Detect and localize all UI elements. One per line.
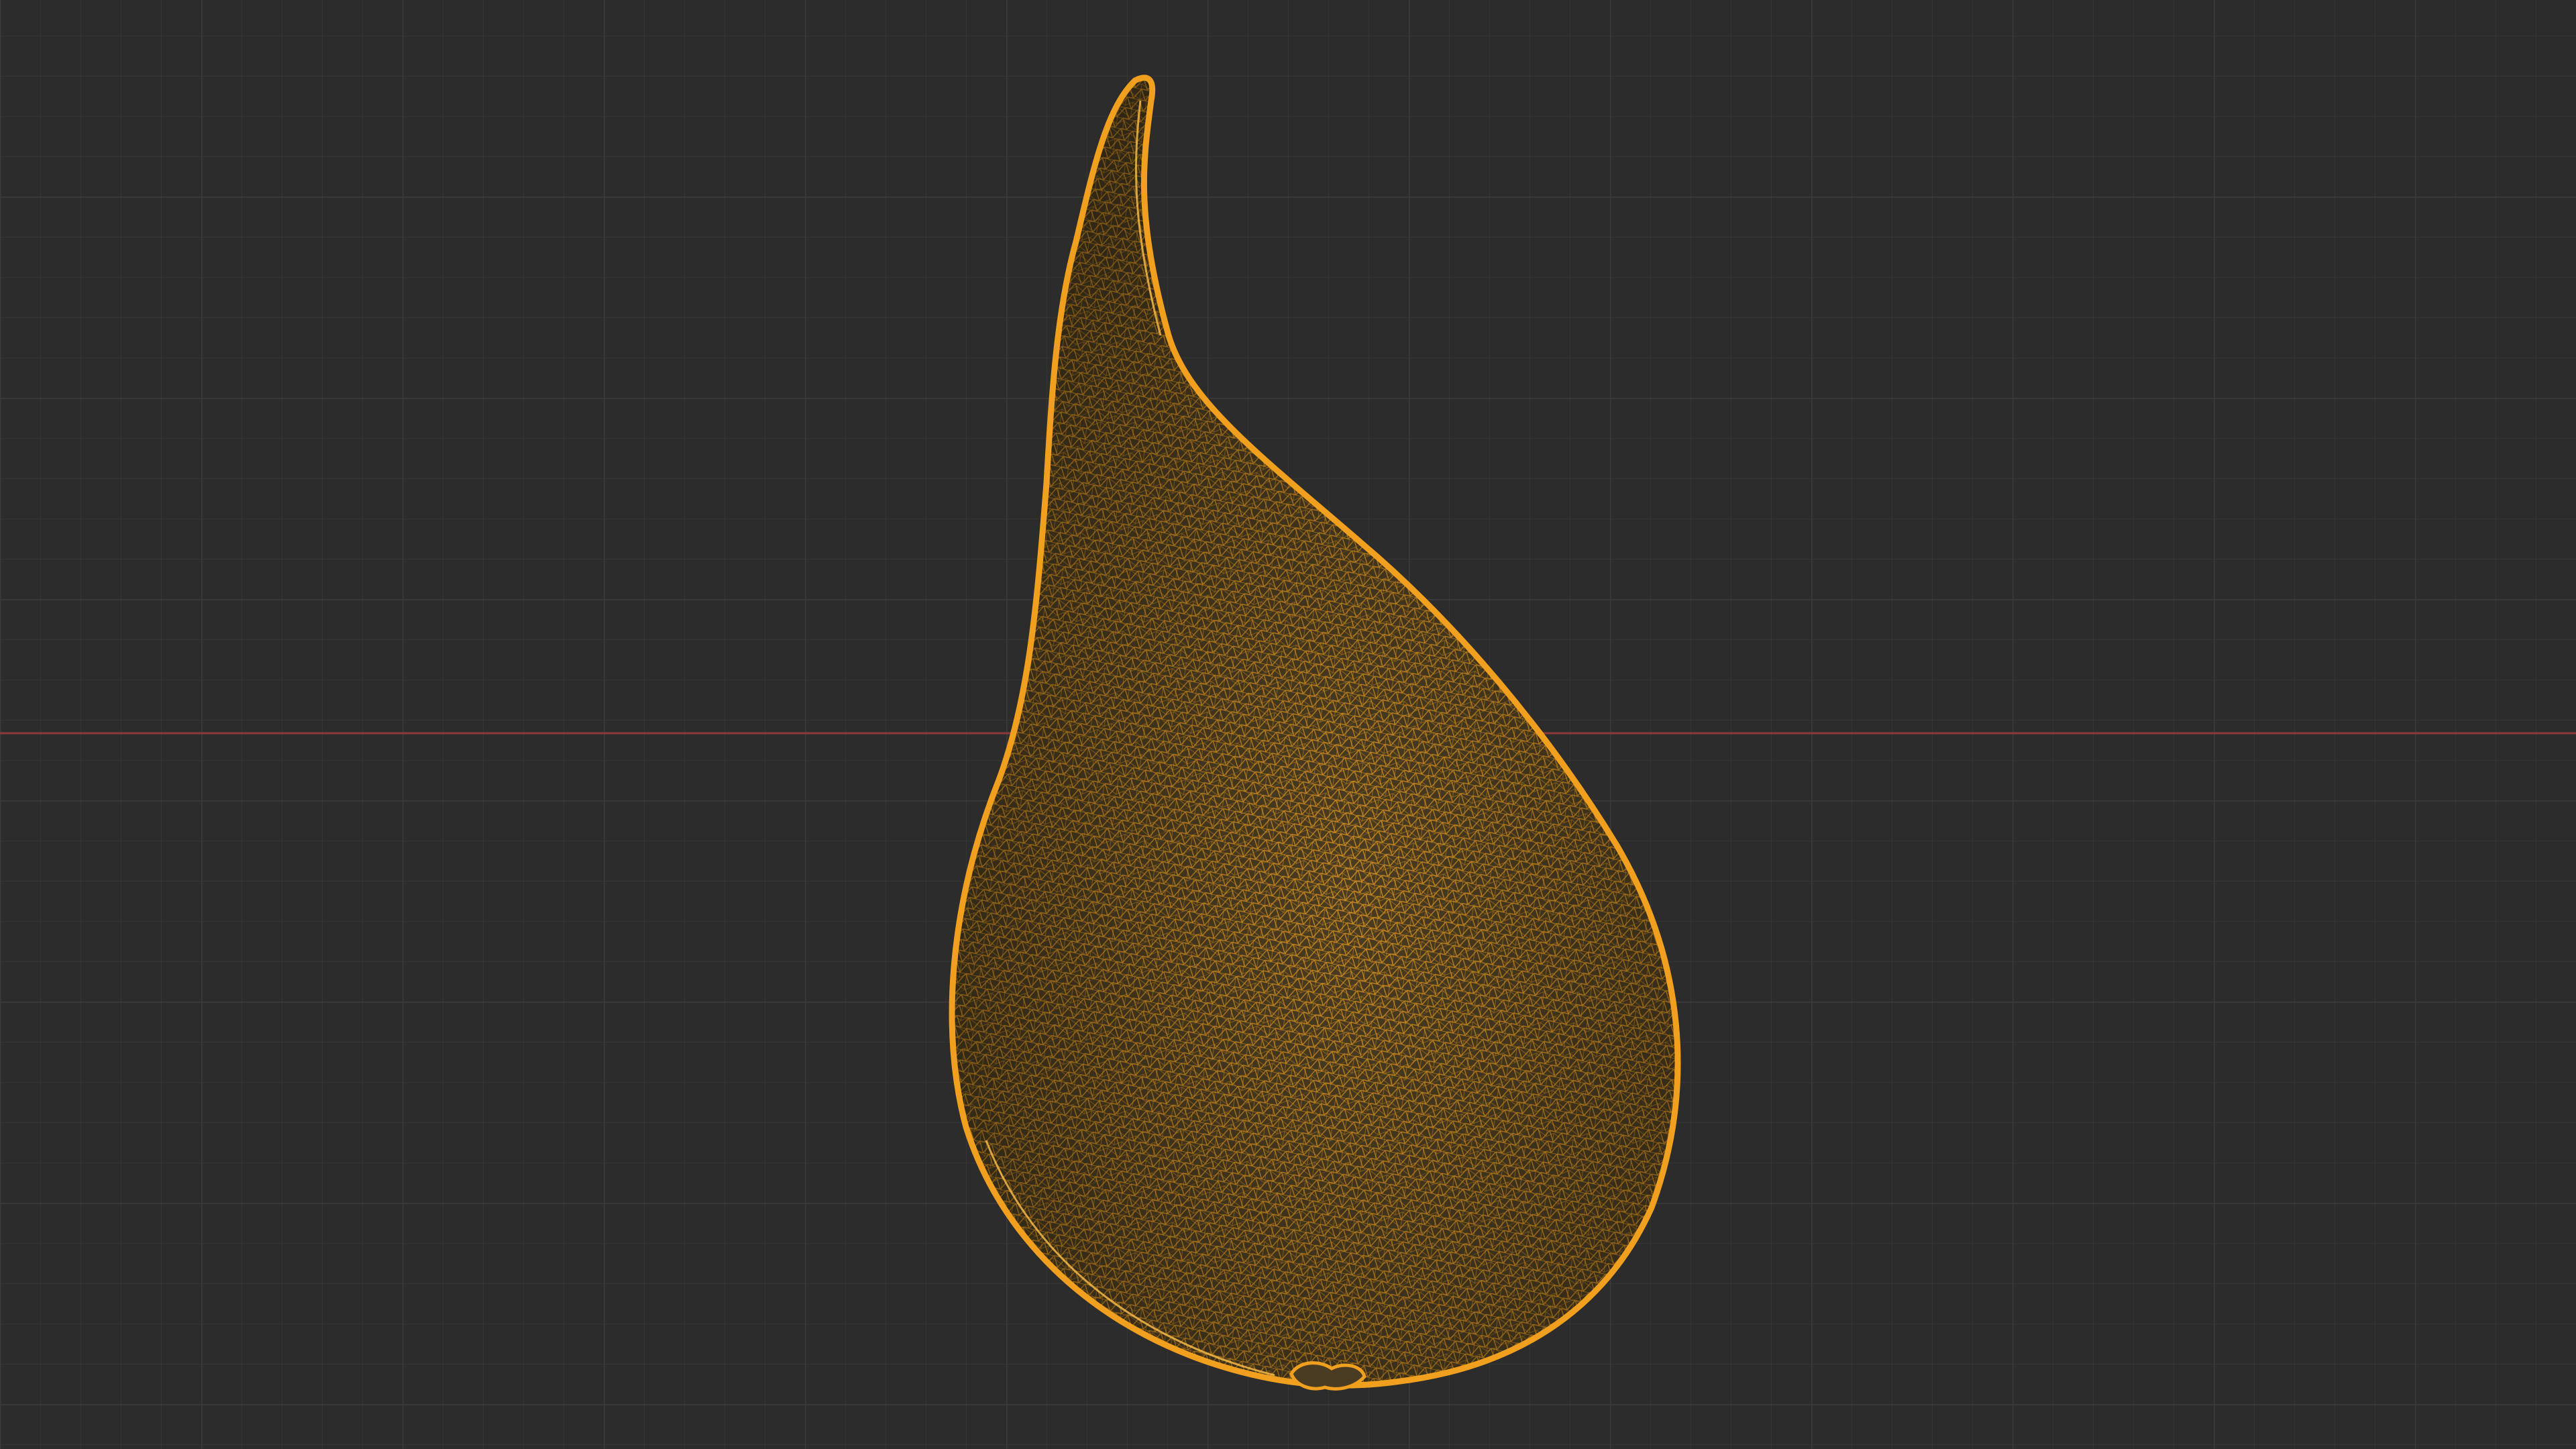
- viewport-canvas[interactable]: [0, 0, 2576, 1449]
- pear-blossom-end: [1289, 1361, 1366, 1391]
- 3d-viewport[interactable]: [0, 0, 2576, 1449]
